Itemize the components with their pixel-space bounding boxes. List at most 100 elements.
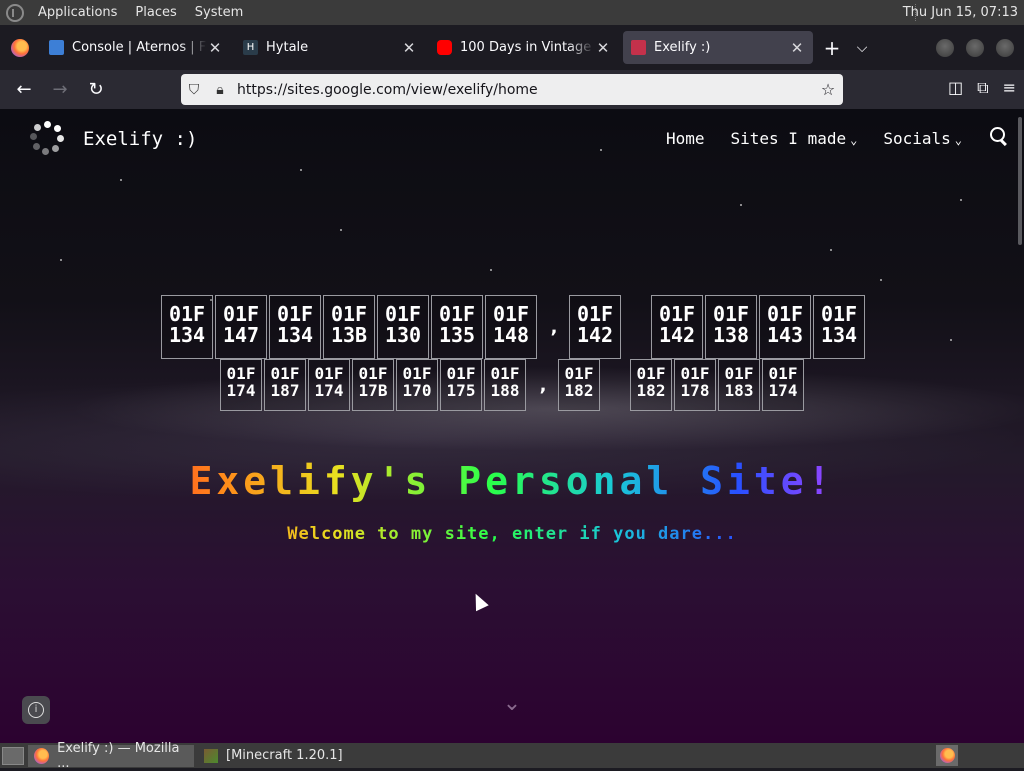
bookmark-star-icon[interactable]: ☆: [813, 80, 843, 99]
tab-strip: Console | Aternos | Free ✕ H Hytale ✕ 10…: [0, 25, 1024, 70]
missing-glyph-box: 01F 182: [558, 359, 600, 411]
scroll-down-chevron-icon[interactable]: ⌄: [498, 691, 526, 716]
taskbar-label: Exelify :) — Mozilla ...: [57, 740, 180, 771]
nav-sites-i-made[interactable]: Sites I made ⌄: [731, 129, 858, 148]
taskbar-label: [Minecraft 1.20.1]: [226, 748, 343, 763]
reload-icon[interactable]: ↻: [78, 79, 114, 100]
extensions-icon[interactable]: ⧉: [977, 78, 988, 98]
site-nav: Home Sites I made ⌄ Socials ⌄: [666, 129, 962, 148]
top-panel: Applications Places System Thu Jun 15, 0…: [0, 0, 1024, 25]
new-tab-button[interactable]: +: [817, 36, 847, 60]
subheadline: Welcome to my site, enter if you dare...: [0, 524, 1024, 544]
tray-firefox-icon[interactable]: [936, 745, 958, 766]
firefox-menu-icon[interactable]: [11, 38, 29, 57]
clock[interactable]: Thu Jun 15, 07:13: [903, 5, 1018, 20]
unicode-glyph-row-1: 01F 134 01F 147 01F 134 01F 13B 01F 130 01F 135 01F 1…: [161, 295, 867, 359]
site-title[interactable]: Exelify :): [83, 128, 197, 150]
tab-title: Console | Aternos | Free: [72, 40, 207, 55]
exelify-favicon-icon: [631, 40, 646, 55]
missing-glyph-box: 01F 170: [396, 359, 438, 411]
close-tab-icon[interactable]: ✕: [789, 39, 805, 57]
toolbar-right: ◫ ⧉ ≡: [948, 78, 1016, 98]
missing-glyph-box: 01F 142: [651, 295, 703, 359]
show-desktop-icon[interactable]: [2, 746, 24, 765]
headline: Exelify's Personal Site!: [0, 459, 1024, 503]
search-icon[interactable]: [988, 125, 1010, 147]
nav-label: Home: [665, 129, 705, 148]
nav-home[interactable]: Home: [666, 129, 705, 148]
youtube-favicon-icon: [437, 40, 452, 55]
unicode-glyph-row-2: 01F 174 01F 187 01F 174 01F 17B 01F 170 01F 175 01F 1…: [220, 359, 806, 411]
site-header: Exelify :) Home Sites I made ⌄ Socials ⌄: [0, 109, 1024, 169]
pocket-icon[interactable]: ◫: [948, 78, 963, 98]
chevron-down-icon: ⌄: [850, 133, 858, 147]
mouse-cursor-icon: [469, 590, 489, 612]
hamburger-menu-icon[interactable]: ≡: [1003, 78, 1016, 98]
missing-glyph-box: 01F 135: [431, 295, 483, 359]
web-page: Exelify :) Home Sites I made ⌄ Socials ⌄ 0…: [0, 109, 1024, 743]
nav-socials[interactable]: Socials ⌄: [883, 129, 962, 148]
taskbar-item-firefox[interactable]: Exelify :) — Mozilla ...: [28, 741, 194, 771]
tab-youtube[interactable]: 100 Days in Vintage Story ✕: [429, 31, 619, 64]
missing-glyph-box: 01F 174: [762, 359, 804, 411]
info-button[interactable]: i: [22, 696, 50, 724]
missing-glyph-box: 01F 134: [161, 295, 213, 359]
missing-glyph-box: 01F 188: [484, 359, 526, 411]
missing-glyph-box: 01F 187: [264, 359, 306, 411]
maximize-icon[interactable]: [966, 39, 984, 57]
tab-list-chevron-icon[interactable]: ⌵: [847, 40, 877, 56]
navigation-toolbar: ← → ↻ ⛉ 🔒︎ https://sites.google.com/view…: [0, 70, 1024, 109]
firefox-icon: [34, 747, 50, 764]
minecraft-icon: [204, 748, 218, 763]
shield-icon[interactable]: ⛉: [181, 82, 207, 98]
missing-glyph-box: 01F 174: [220, 359, 262, 411]
menu-applications[interactable]: Applications: [34, 5, 121, 20]
bottom-panel: Exelify :) — Mozilla ... [Minecraft 1.20…: [0, 741, 1024, 771]
page-scrollbar[interactable]: [1018, 117, 1022, 245]
missing-glyph-box: 01F 17B: [352, 359, 394, 411]
menu-system[interactable]: System: [191, 5, 247, 20]
missing-glyph-box: 01F 138: [705, 295, 757, 359]
tab-title: Hytale: [266, 40, 309, 55]
window-controls: [936, 39, 1014, 57]
tab-exelify[interactable]: Exelify :) ✕: [623, 31, 813, 64]
info-icon: i: [28, 702, 44, 718]
close-tab-icon[interactable]: ✕: [401, 39, 417, 57]
glyph-separator: ,: [539, 374, 547, 396]
missing-glyph-box: 01F 182: [630, 359, 672, 411]
url-bar[interactable]: ⛉ 🔒︎ https://sites.google.com/view/exeli…: [181, 74, 843, 105]
glyph-separator: ,: [550, 316, 558, 338]
close-tab-icon[interactable]: ✕: [595, 39, 611, 57]
missing-glyph-box: 01F 148: [485, 295, 537, 359]
missing-glyph-box: 01F 130: [377, 295, 429, 359]
missing-glyph-box: 01F 147: [215, 295, 267, 359]
missing-glyph-box: 01F 13B: [323, 295, 375, 359]
close-tab-icon[interactable]: ✕: [207, 39, 223, 57]
missing-glyph-box: 01F 178: [674, 359, 716, 411]
minimize-icon[interactable]: [936, 39, 954, 57]
tab-aternos[interactable]: Console | Aternos | Free ✕: [41, 31, 231, 64]
tab-title: Exelify :): [654, 40, 711, 55]
missing-glyph-box: 01F 175: [440, 359, 482, 411]
missing-glyph-box: 01F 183: [718, 359, 760, 411]
missing-glyph-box: 01F 134: [813, 295, 865, 359]
nav-label: Socials: [883, 129, 951, 148]
site-logo-icon[interactable]: [30, 121, 64, 155]
missing-glyph-box: 01F 143: [759, 295, 811, 359]
aternos-favicon-icon: [49, 40, 64, 55]
tab-title: 100 Days in Vintage Story: [460, 40, 595, 55]
back-arrow-icon[interactable]: ←: [6, 79, 42, 100]
missing-glyph-box: 01F 142: [569, 295, 621, 359]
close-window-icon[interactable]: [996, 39, 1014, 57]
distro-logo-icon[interactable]: [6, 3, 24, 22]
nav-label: Sites I made: [730, 129, 847, 148]
url-text[interactable]: https://sites.google.com/view/exelify/ho…: [233, 82, 813, 98]
forward-arrow-icon[interactable]: →: [42, 79, 78, 100]
menu-places[interactable]: Places: [131, 5, 180, 20]
tab-hytale[interactable]: H Hytale ✕: [235, 31, 425, 64]
lock-icon[interactable]: 🔒︎: [207, 82, 233, 98]
chevron-down-icon: ⌄: [954, 133, 962, 147]
missing-glyph-box: 01F 174: [308, 359, 350, 411]
taskbar-item-minecraft[interactable]: [Minecraft 1.20.1]: [198, 745, 349, 767]
hytale-favicon-icon: H: [243, 40, 258, 55]
